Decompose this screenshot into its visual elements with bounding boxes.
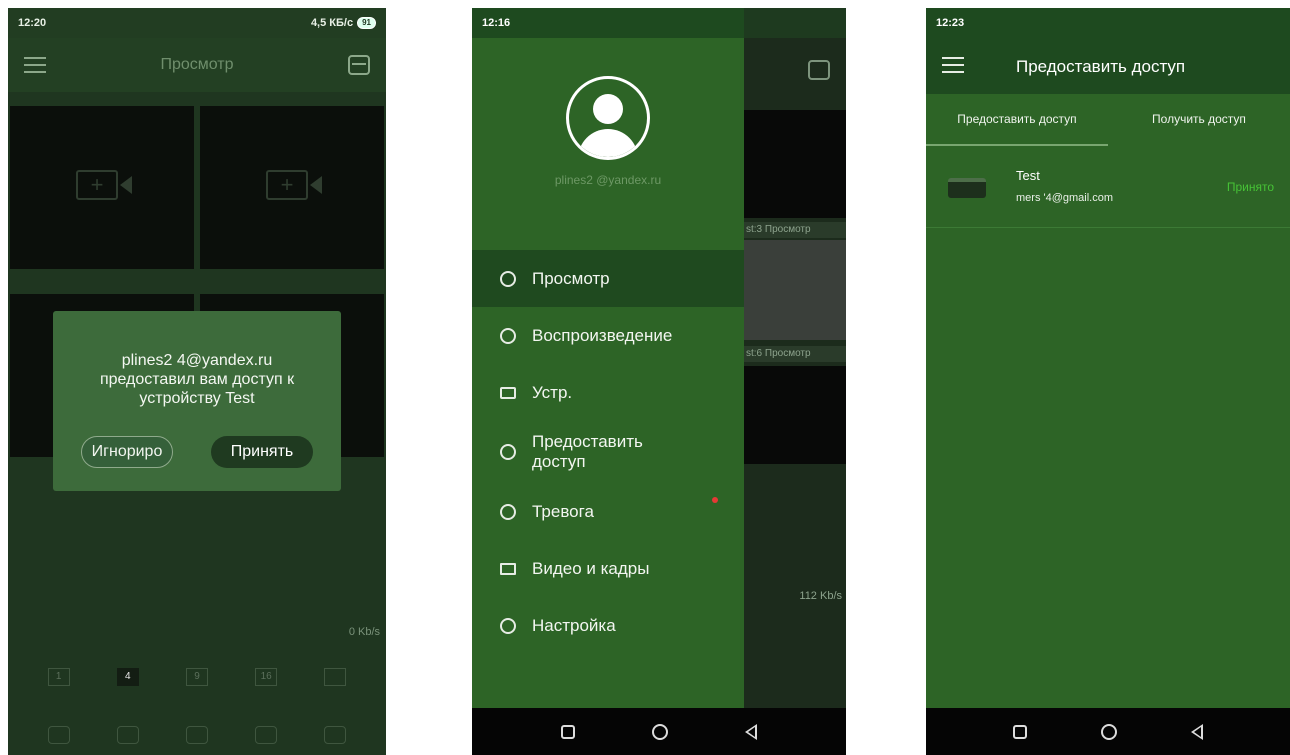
- device-name: Test: [1016, 168, 1040, 183]
- layout-1-button[interactable]: 1: [47, 668, 70, 686]
- layout-4-button[interactable]: 4: [116, 668, 139, 686]
- camera-preview: [744, 366, 846, 464]
- page-title: Просмотр: [160, 56, 234, 73]
- tab-bar: Предоставить доступ Получить доступ: [926, 94, 1290, 146]
- menu-item-view[interactable]: Просмотр: [472, 250, 744, 307]
- menu-item-playback[interactable]: Воспроизведение: [472, 307, 744, 364]
- alarm-badge: [712, 497, 718, 503]
- camera-slot[interactable]: [200, 106, 384, 269]
- tab-grant-access[interactable]: Предоставить доступ: [926, 94, 1108, 146]
- status-bar: 12:23: [926, 8, 1290, 38]
- ptz-icon[interactable]: [185, 726, 208, 744]
- app-bar: Предоставить доступ: [926, 38, 1290, 94]
- bottom-toolbar: [8, 726, 386, 744]
- add-camera-icon: [76, 170, 118, 200]
- home-icon[interactable]: [1101, 723, 1117, 740]
- avatar[interactable]: [566, 76, 650, 160]
- camera-icon: [500, 270, 516, 287]
- device-list-icon[interactable]: [348, 55, 370, 75]
- menu-item-media[interactable]: Видео и кадры: [472, 540, 744, 597]
- drawer-menu: Просмотр Воспроизведение Устр. Предостав…: [472, 250, 744, 654]
- accept-button[interactable]: Принять: [211, 436, 313, 468]
- account-name: plines2 @yandex.ru: [554, 173, 662, 187]
- menu-item-alarm[interactable]: Тревога: [472, 483, 744, 540]
- status-time: 12:23: [936, 17, 965, 29]
- tab-receive-access[interactable]: Получить доступ: [1108, 94, 1290, 146]
- background-view: st:3 Просмотр st:6 Просмотр 112 Kb/s: [744, 38, 846, 708]
- device-icon: [500, 386, 516, 399]
- status-bar: 12:16: [472, 8, 744, 38]
- menu-icon[interactable]: [942, 57, 964, 73]
- dvr-icon: [948, 178, 986, 198]
- network-speed: 4,5 КБ/с: [310, 17, 354, 29]
- record-icon[interactable]: [116, 726, 139, 744]
- camera-lens-icon: [310, 176, 322, 194]
- ignore-button[interactable]: Игнориро: [81, 436, 173, 468]
- status-bar: 12:20 4,5 КБ/с 91: [8, 8, 386, 38]
- camera-preview: [744, 240, 846, 340]
- camera-slot[interactable]: [10, 106, 194, 269]
- add-camera-icon: [266, 170, 308, 200]
- screen-share-access: 12:23 Предоставить доступ Предоставить д…: [926, 8, 1290, 755]
- layout-9-button[interactable]: 9: [185, 668, 208, 686]
- camera-preview: [744, 110, 846, 218]
- camera-label: st:6 Просмотр: [744, 346, 846, 362]
- share-icon: [500, 444, 516, 460]
- alarm-icon: [500, 503, 516, 520]
- system-nav-bar: [472, 708, 846, 755]
- device-list-icon: [808, 60, 830, 80]
- snapshot-icon[interactable]: [47, 726, 70, 744]
- status-time: 12:16: [482, 17, 511, 29]
- battery-icon: 91: [357, 17, 376, 29]
- app-bar: Просмотр: [8, 38, 386, 92]
- menu-item-share[interactable]: Предоставить доступ: [472, 421, 744, 483]
- layout-16-button[interactable]: 16: [255, 668, 278, 686]
- bitrate-label: 112 Kb/s: [799, 590, 842, 602]
- page-title: Предоставить доступ: [1016, 57, 1186, 76]
- system-nav-bar: [926, 708, 1290, 755]
- back-icon[interactable]: [1191, 723, 1203, 740]
- talk-icon[interactable]: [255, 726, 278, 744]
- camera-label: st:3 Просмотр: [744, 222, 846, 238]
- recents-icon[interactable]: [560, 724, 575, 739]
- close-all-button[interactable]: [324, 668, 347, 686]
- bitrate-label: 0 Kb/s: [348, 626, 380, 638]
- recents-icon[interactable]: [1013, 724, 1027, 739]
- home-icon[interactable]: [651, 723, 668, 740]
- menu-item-devices[interactable]: Устр.: [472, 364, 744, 421]
- menu-item-settings[interactable]: Настройка: [472, 597, 744, 654]
- shared-email: mers '4@gmail.com: [1016, 192, 1114, 204]
- favorite-icon[interactable]: [324, 726, 347, 744]
- play-icon: [500, 327, 516, 344]
- share-invite-dialog: plines2 4@yandex.ru предоставил вам дост…: [53, 311, 341, 491]
- status-time: 12:20: [18, 17, 47, 29]
- status-badge: Принято: [1226, 180, 1274, 194]
- navigation-drawer: 12:16 plines2 @yandex.ru Просмотр Воспро…: [472, 8, 744, 708]
- back-icon[interactable]: [745, 723, 758, 740]
- camera-lens-icon: [120, 176, 132, 194]
- screen-nav-drawer: st:3 Просмотр st:6 Просмотр 112 Kb/s 12:…: [472, 8, 846, 755]
- screen-live-view: 12:20 4,5 КБ/с 91 Просмотр plines2 4@yan…: [8, 8, 386, 755]
- settings-icon: [500, 617, 516, 634]
- folder-icon: [500, 562, 516, 575]
- layout-selector: 1 4 9 16: [8, 668, 386, 686]
- dialog-message: plines2 4@yandex.ru предоставил вам дост…: [99, 352, 295, 407]
- list-item[interactable]: Test mers '4@gmail.com Принято: [926, 148, 1290, 228]
